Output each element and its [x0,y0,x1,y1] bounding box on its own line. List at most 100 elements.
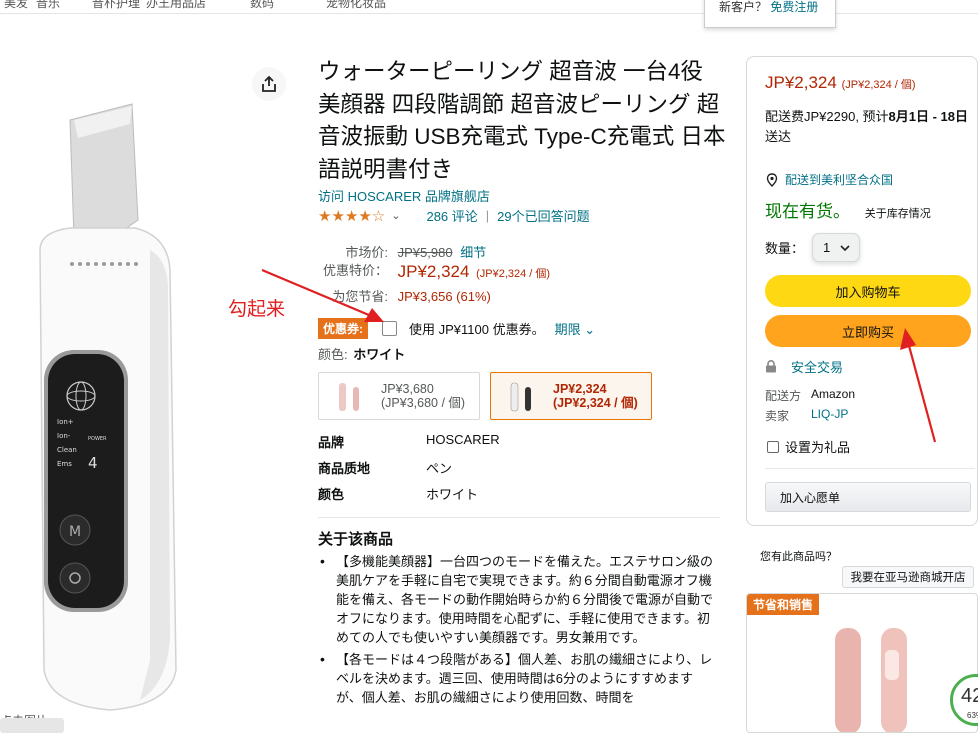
savings-value: JP¥3,656 (61%) [397,289,491,304]
deal-price-row: 优惠特价： JP¥2,324 (JP¥2,324 / 個) [318,262,550,282]
quantity-row: 数量： 1 [765,233,861,262]
coupon-terms-link[interactable]: 期限 ⌄ [555,319,596,338]
market-price-value: JP¥5,980 [397,245,453,260]
svg-text:Ion-: Ion- [57,432,71,440]
answered-questions-link[interactable]: 29个已回答问题 [497,206,589,225]
nav-item[interactable]: 音乐 [36,0,60,11]
annotation-label: 勾起来 [228,299,286,320]
swatch-thumbnail [510,382,531,412]
savings-label: 为您节省: [332,289,388,304]
quantity-label: 数量： [765,241,805,256]
svg-text:Clean: Clean [57,446,77,454]
nav-item[interactable]: 宠物化妆品 [326,0,386,11]
svg-text:POWER: POWER [88,436,107,442]
swatch-thumbnail [339,383,359,411]
chevron-down-icon [840,244,850,251]
location-pin-icon [766,172,778,187]
nav-item[interactable]: 数码 [250,0,274,11]
delivery-dates: 8月1日 - 18日 [888,109,969,124]
market-price-label: 市场价: [345,245,388,260]
divider [765,468,975,469]
coupon-checkbox[interactable] [382,321,397,336]
signup-popover: 新客户？ 免费注册 [704,0,836,28]
spec-value: ホワイト [426,487,479,502]
coupon-badge: 优惠券: [318,318,368,339]
deal-ad-box[interactable]: 节省和销售 [746,593,978,733]
new-customer-label: 新客户？ [719,0,768,14]
svg-text:Ems: Ems [57,460,72,468]
buy-now-button[interactable]: 立即购买 [765,315,971,347]
feature-bullet: 【多機能美顔器】一台四つのモードを備えた。エステサロン級の美肌ケアを手軽に自宅で… [318,552,718,647]
stock-status: 现在有货。 关于库存情况 [765,202,931,221]
secure-transaction-link[interactable]: 安全交易 [765,357,843,376]
seller-label: 卖家 [765,409,790,423]
spec-key: 品牌 [318,435,345,450]
brand-store-link[interactable]: 访问 HOSCARER 品牌旗舰店 [318,186,490,205]
swatch-price: JP¥2,324 [553,382,607,396]
svg-text:4: 4 [88,454,98,472]
timer-percent: 63% [967,711,978,720]
thumbnail-scroller[interactable] [0,718,64,733]
color-swatch[interactable]: JP¥3,680 (JP¥3,680 / 個) [318,372,480,420]
add-to-cart-button[interactable]: 加入购物车 [765,275,971,307]
product-title: ウォーターピーリング 超音波 一台4役 美顔器 四段階調節 超音波ピーリング 超… [318,59,726,182]
svg-text:Ion+: Ion+ [57,418,74,426]
sell-on-amazon-button[interactable]: 我要在亚马逊商城开店 [842,566,974,588]
deal-price-label: 优惠特价： [322,263,388,278]
deliver-to-link[interactable]: 配送到美利坚合众国 [765,171,893,188]
coupon-row: 优惠券: 使用 JP¥1100 优惠券。 期限 ⌄ [318,318,595,339]
separator: | [485,208,490,223]
timer-number: 42 [961,685,978,707]
feature-bullet: 【各モードは４つ段階がある】個人差、お肌の繊細さにより、レベルを決めます。週三回… [318,650,718,707]
register-link[interactable]: 免费注册 [770,0,818,14]
quantity-select[interactable]: 1 [812,233,861,262]
market-price-row: 市场价: JP¥5,980 细节 [318,242,486,261]
spec-value: HOSCARER [426,432,500,447]
savings-row: 为您节省: JP¥3,656 (61%) [318,286,491,305]
swatch-price: JP¥3,680 [381,382,434,396]
shipping-info: 配送费JP¥2290, 预计8月1日 - 18日送达 [765,109,969,144]
market-price-detail-link[interactable]: 细节 [460,245,486,260]
nav-item[interactable]: 办王用品店 [146,0,206,11]
spec-key: 商品质地 [318,461,371,476]
feature-bullets: 【多機能美顔器】一台四つのモードを備えた。エステサロン級の美肌ケアを手軽に自宅で… [318,552,718,710]
ships-from-label: 配送方 [765,389,802,403]
deal-price-value: JP¥2,324 [397,262,470,281]
deal-product-image[interactable] [825,624,921,733]
review-count-link[interactable]: 286 评论 [426,206,477,225]
rating-row: ★★★★☆ ⌄ 286 评论 | 29个已回答问题 [318,206,590,225]
lock-icon [766,360,776,373]
add-to-wishlist-button[interactable]: 加入心愿单 [765,482,971,512]
ships-from-row: 配送方 Amazon [765,387,855,404]
deal-price-unit: (JP¥2,324 / 個) [476,268,551,280]
color-selection-label: 颜色: ホワイト [318,347,406,362]
stock-info-link[interactable]: 关于库存情况 [865,208,931,220]
have-one-prompt: 您有此商品吗？ [760,551,837,563]
spec-value: ペン [426,461,453,476]
star-rating-icon[interactable]: ★★★★☆ [318,207,385,225]
share-icon [262,75,276,92]
deal-tag: 节省和销售 [747,594,820,615]
coupon-text: 使用 JP¥1100 优惠券。 [409,322,545,337]
ships-from-value: Amazon [811,387,856,401]
section-divider [318,517,720,518]
share-button[interactable] [252,67,286,101]
swatch-unit-price: (JP¥2,324 / 個) [553,396,638,410]
buy-box: JP¥2,324 (JP¥2,324 / 個) 配送费JP¥2290, 预计8月… [746,56,978,526]
gift-option[interactable]: 设置为礼品 [767,437,850,456]
svg-text:M: M [69,524,81,540]
swatch-unit-price: (JP¥3,680 / 個) [381,396,466,410]
nav-item[interactable]: 美发 [4,0,28,11]
buybox-price: JP¥2,324 (JP¥2,324 / 個) [765,73,916,92]
seller-link[interactable]: LIQ-JP [811,407,848,421]
buybox-unit-price: (JP¥2,324 / 個) [841,79,916,91]
product-main-image[interactable]: Ion+ Ion- Clean Ems POWER 4 M [0,60,238,720]
gift-checkbox[interactable] [767,440,779,453]
chevron-down-icon[interactable]: ⌄ [391,209,400,222]
nav-item[interactable]: 音朴护理 [92,0,140,11]
selected-color-value: ホワイト [353,347,406,362]
seller-row: 卖家 LIQ-JP [765,407,848,424]
about-heading: 关于该商品 [318,531,394,548]
spec-key: 颜色 [318,487,345,502]
color-swatch-selected[interactable]: JP¥2,324 (JP¥2,324 / 個) [490,372,652,420]
